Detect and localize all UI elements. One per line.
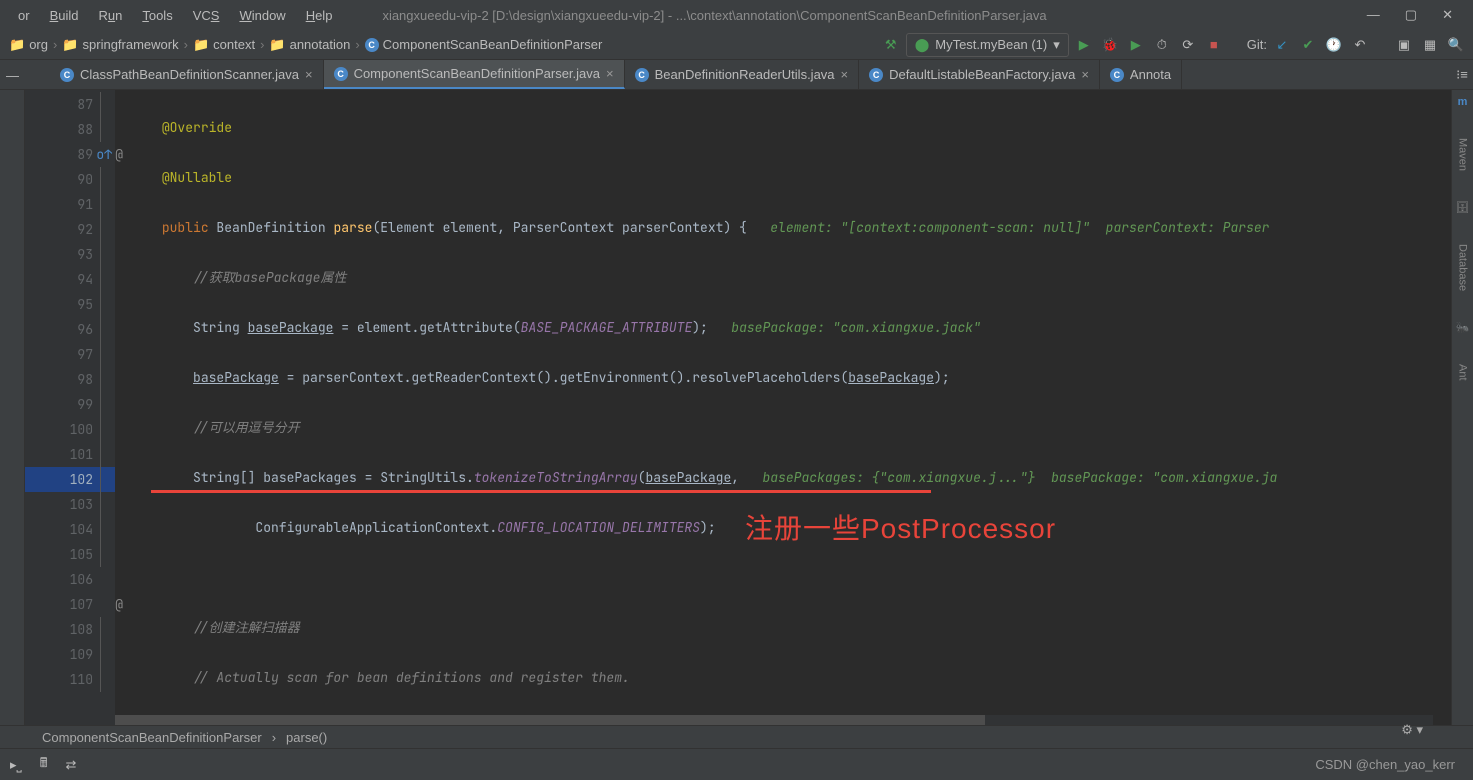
code-area[interactable]: @Override @Nullable public BeanDefinitio… xyxy=(115,90,1455,725)
debug-button[interactable]: 🐞 xyxy=(1099,34,1121,56)
menu-item-or[interactable]: or xyxy=(8,8,40,23)
close-icon[interactable]: × xyxy=(841,67,849,82)
open-button[interactable]: ▣ xyxy=(1393,34,1415,56)
git-history-button[interactable]: 🕐 xyxy=(1323,34,1345,56)
line-gutter[interactable]: 87 88 89o↑@ 90 91 92 93 94 95 96 97 98 9… xyxy=(25,90,115,725)
tab-classpathscanner[interactable]: CClassPathBeanDefinitionScanner.java× xyxy=(50,60,324,89)
struct-crumb-class[interactable]: ComponentScanBeanDefinitionParser xyxy=(42,730,262,745)
editor: 87 88 89o↑@ 90 91 92 93 94 95 96 97 98 9… xyxy=(0,90,1473,725)
class-icon: C xyxy=(334,67,348,81)
run-button[interactable]: ▶ xyxy=(1073,34,1095,56)
window-controls: — ▢ ✕ xyxy=(1367,7,1465,23)
crumb-file[interactable]: CComponentScanBeanDefinitionParser xyxy=(362,37,606,52)
maven-tool-label[interactable]: Maven xyxy=(1457,138,1469,171)
tab-more-button[interactable]: ⁝≡ xyxy=(1451,64,1473,86)
search-button[interactable]: 🔍 xyxy=(1445,34,1467,56)
git-rollback-button[interactable]: ↶ xyxy=(1349,34,1371,56)
crumb-springframework[interactable]: 📁springframework xyxy=(59,37,181,53)
menu-item-window[interactable]: Window xyxy=(229,8,295,23)
menu-item-run[interactable]: Run xyxy=(88,8,132,23)
horizontal-scrollbar[interactable] xyxy=(115,715,1433,725)
crumb-context[interactable]: 📁context xyxy=(190,37,258,53)
tab-beandefutils[interactable]: CBeanDefinitionReaderUtils.java× xyxy=(625,60,860,89)
build-button[interactable]: ⚒ xyxy=(880,34,902,56)
toolbar: 📁org› 📁springframework› 📁context› 📁annot… xyxy=(0,30,1473,60)
menu-item-vcs[interactable]: VCS xyxy=(183,8,230,23)
menu-item-tools[interactable]: Tools xyxy=(132,8,182,23)
annotation-underline xyxy=(151,490,931,493)
tab-annota[interactable]: CAnnota xyxy=(1100,60,1182,89)
folder-icon: 📁 xyxy=(269,37,285,53)
database-tool-icon[interactable]: 🗄 xyxy=(1456,201,1470,214)
watermark: CSDN @chen_yao_kerr xyxy=(1315,757,1455,772)
close-icon[interactable]: × xyxy=(606,66,614,81)
attach-button[interactable]: ⟳ xyxy=(1177,34,1199,56)
menu-item-build[interactable]: Build xyxy=(40,8,89,23)
stop-button[interactable]: ■ xyxy=(1203,34,1225,56)
close-icon[interactable]: × xyxy=(1081,67,1089,82)
settings-icon[interactable]: ⚙ ▾ xyxy=(1401,722,1423,738)
folder-icon: 📁 xyxy=(193,37,209,53)
class-icon: C xyxy=(869,68,883,82)
class-icon: C xyxy=(365,38,379,52)
crumb-org[interactable]: 📁org xyxy=(6,37,51,53)
coverage-button[interactable]: ▶ xyxy=(1125,34,1147,56)
folder-icon: 📁 xyxy=(9,37,25,53)
git-label: Git: xyxy=(1247,37,1267,52)
chevron-down-icon: ▾ xyxy=(1053,37,1060,53)
status-bar: ▸⎵ 🖩 ⇄ CSDN @chen_yao_kerr ⚙ ▾ xyxy=(0,748,1473,780)
crumb-annotation[interactable]: 📁annotation xyxy=(266,37,353,53)
project-collapse-icon[interactable]: — xyxy=(0,60,25,90)
ant-tool-label[interactable]: Ant xyxy=(1457,364,1469,381)
left-tool-gutter xyxy=(0,90,25,725)
tab-defaultlistable[interactable]: CDefaultListableBeanFactory.java× xyxy=(859,60,1100,89)
ant-tool-icon[interactable]: 🐜 xyxy=(1456,321,1470,334)
annotation-text: 注册一些PostProcessor xyxy=(745,516,1056,541)
structure-button[interactable]: ▦ xyxy=(1419,34,1441,56)
maximize-icon[interactable]: ▢ xyxy=(1405,7,1417,23)
right-tool-windows: m Maven 🗄 Database 🐜 Ant xyxy=(1451,90,1473,725)
todo-icon[interactable]: ⇄ xyxy=(66,757,77,773)
run-config-label: MyTest.myBean (1) xyxy=(935,37,1047,52)
tab-componentscandef[interactable]: CComponentScanBeanDefinitionParser.java× xyxy=(324,60,625,89)
menu-bar: or Build Run Tools VCS Window Help xiang… xyxy=(0,0,1473,30)
close-icon[interactable]: × xyxy=(305,67,313,82)
class-icon: C xyxy=(60,68,74,82)
git-update-button[interactable]: ↙ xyxy=(1271,34,1293,56)
editor-tabs: CClassPathBeanDefinitionScanner.java× CC… xyxy=(0,60,1473,90)
run-configuration[interactable]: ⬤ MyTest.myBean (1) ▾ xyxy=(906,33,1069,57)
profile-button[interactable]: ⏱ xyxy=(1151,34,1173,56)
class-icon: C xyxy=(1110,68,1124,82)
breadcrumb: 📁org› 📁springframework› 📁context› 📁annot… xyxy=(6,37,876,53)
menu-item-help[interactable]: Help xyxy=(296,8,343,23)
close-icon[interactable]: ✕ xyxy=(1442,7,1453,23)
terminal-icon[interactable]: ▸⎵ xyxy=(10,757,22,773)
window-title: xiangxueedu-vip-2 [D:\design\xiangxueedu… xyxy=(342,8,1366,23)
struct-crumb-method[interactable]: parse() xyxy=(286,730,327,745)
scrollbar-thumb[interactable] xyxy=(115,715,985,725)
calculator-icon[interactable]: 🖩 xyxy=(40,754,48,776)
structure-breadcrumb: ComponentScanBeanDefinitionParser › pars… xyxy=(0,725,1473,748)
minimize-icon[interactable]: — xyxy=(1367,7,1380,23)
database-tool-label[interactable]: Database xyxy=(1457,244,1469,291)
git-commit-button[interactable]: ✔ xyxy=(1297,34,1319,56)
maven-tool-button[interactable]: m xyxy=(1458,96,1468,108)
folder-icon: 📁 xyxy=(62,37,78,53)
override-icon[interactable]: o↑ xyxy=(96,146,112,163)
class-icon: C xyxy=(635,68,649,82)
